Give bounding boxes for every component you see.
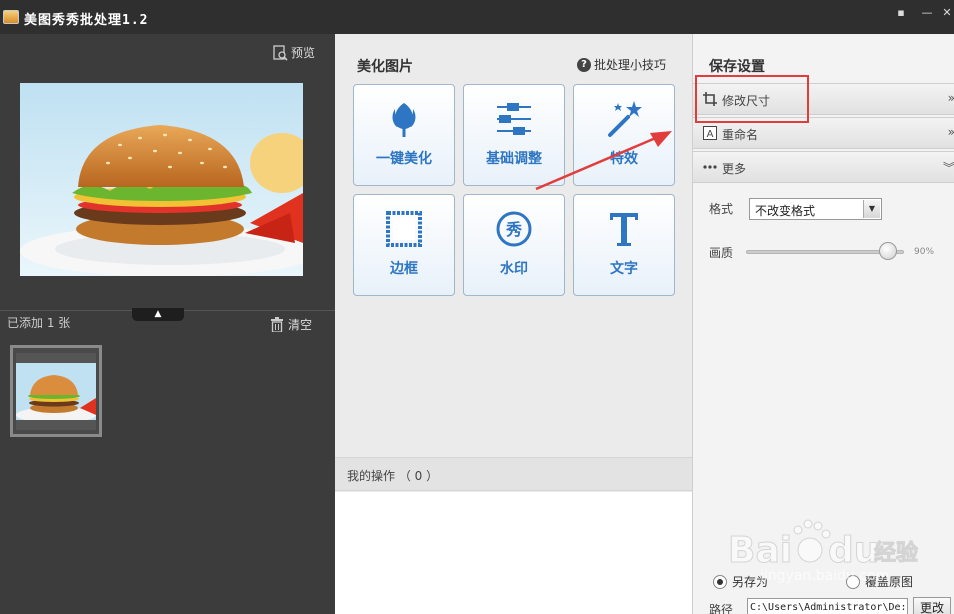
tool-label: 一键美化: [376, 151, 432, 167]
tool-label: 基础调整: [486, 151, 542, 167]
sliders-icon: [497, 103, 531, 135]
beautify-panel: 美化图片 ? 批处理小技巧 一键美化 基础调整 特效 边框 秀 水印 文字 我的…: [335, 34, 692, 614]
left-panel: 预览 ▲ 已添加 1 张 清空: [0, 34, 335, 614]
clear-button[interactable]: 清空: [270, 316, 312, 333]
tool-label: 水印: [500, 261, 528, 277]
more-dots-icon: [703, 165, 717, 169]
minimize-button[interactable]: —: [920, 6, 934, 20]
watermark-stamp-icon: 秀: [496, 211, 532, 247]
watermark-url: jingyan.baidu.com: [760, 568, 890, 584]
format-value: 不改变格式: [755, 204, 816, 218]
quality-label: 画质: [709, 246, 734, 260]
change-path-button[interactable]: 更改: [913, 597, 951, 614]
frame-icon: [386, 211, 422, 247]
tool-label: 文字: [610, 261, 638, 277]
tool-basic-adjust[interactable]: 基础调整: [463, 84, 565, 186]
tulip-icon: [392, 103, 416, 137]
my-operations-list: [335, 492, 692, 614]
beautify-heading: 美化图片: [357, 59, 413, 75]
save-settings-heading: 保存设置: [709, 59, 765, 75]
help-icon: ?: [577, 57, 591, 72]
feedback-icon[interactable]: ▪: [894, 6, 908, 20]
path-field[interactable]: C:\Users\Administrator\De:: [747, 598, 908, 614]
magic-wand-icon: [608, 101, 642, 137]
clear-label: 清空: [288, 318, 313, 332]
chevron-right-icon: »: [948, 91, 954, 105]
path-label: 路径: [709, 603, 734, 614]
annotation-highlight-box: [695, 75, 809, 123]
tips-label: 批处理小技巧: [594, 58, 667, 72]
tips-link[interactable]: ? 批处理小技巧: [577, 56, 666, 73]
preview-label: 预览: [291, 46, 316, 60]
close-button[interactable]: ✕: [940, 6, 954, 20]
my-operations-bar: 我的操作 （ 0 ）: [335, 457, 692, 491]
radio-dot: [713, 574, 727, 589]
window-title: 美图秀秀批处理1.2: [24, 13, 149, 28]
preview-button[interactable]: 预览: [272, 44, 315, 61]
format-label: 格式: [709, 202, 734, 216]
chevron-down-icon: ︾: [942, 161, 954, 175]
svg-text:A: A: [707, 129, 714, 140]
svg-text:秀: 秀: [505, 220, 522, 239]
quality-slider-handle[interactable]: [879, 242, 898, 260]
tool-border[interactable]: 边框: [353, 194, 455, 296]
chevron-right-icon: »: [948, 125, 954, 139]
collapse-toggle[interactable]: ▲: [132, 308, 184, 321]
tool-one-click-beautify[interactable]: 一键美化: [353, 84, 455, 186]
added-count: 已添加 1 张: [7, 316, 71, 330]
section-label: 重命名: [722, 128, 759, 142]
main-preview-image: [20, 83, 303, 276]
text-t-icon: [610, 213, 638, 246]
image-thumbnail[interactable]: [10, 345, 102, 437]
quality-value: 90%: [914, 247, 935, 257]
my-operations-label: 我的操作 （ 0 ）: [347, 469, 439, 483]
app-icon: [3, 10, 19, 24]
dropdown-arrow-icon: ▼: [863, 200, 880, 218]
save-settings-panel: 保存设置 修改尺寸 » A 重命名 » 更多 ︾ 格式 不改变格式 ▼ 画质 9…: [692, 34, 954, 614]
format-select[interactable]: 不改变格式 ▼: [749, 198, 882, 220]
preview-icon: [273, 44, 288, 61]
tool-effects[interactable]: 特效: [573, 84, 675, 186]
tool-watermark[interactable]: 秀 水印: [463, 194, 565, 296]
tool-text[interactable]: 文字: [573, 194, 675, 296]
title-bar: 美图秀秀批处理1.2 ▪ — ✕: [0, 0, 954, 34]
tool-label: 特效: [610, 151, 638, 167]
tool-label: 边框: [390, 261, 418, 277]
section-label: 更多: [722, 162, 747, 176]
section-more[interactable]: 更多 ︾: [693, 151, 954, 183]
rename-icon: A: [703, 126, 717, 140]
trash-icon: [271, 317, 283, 332]
